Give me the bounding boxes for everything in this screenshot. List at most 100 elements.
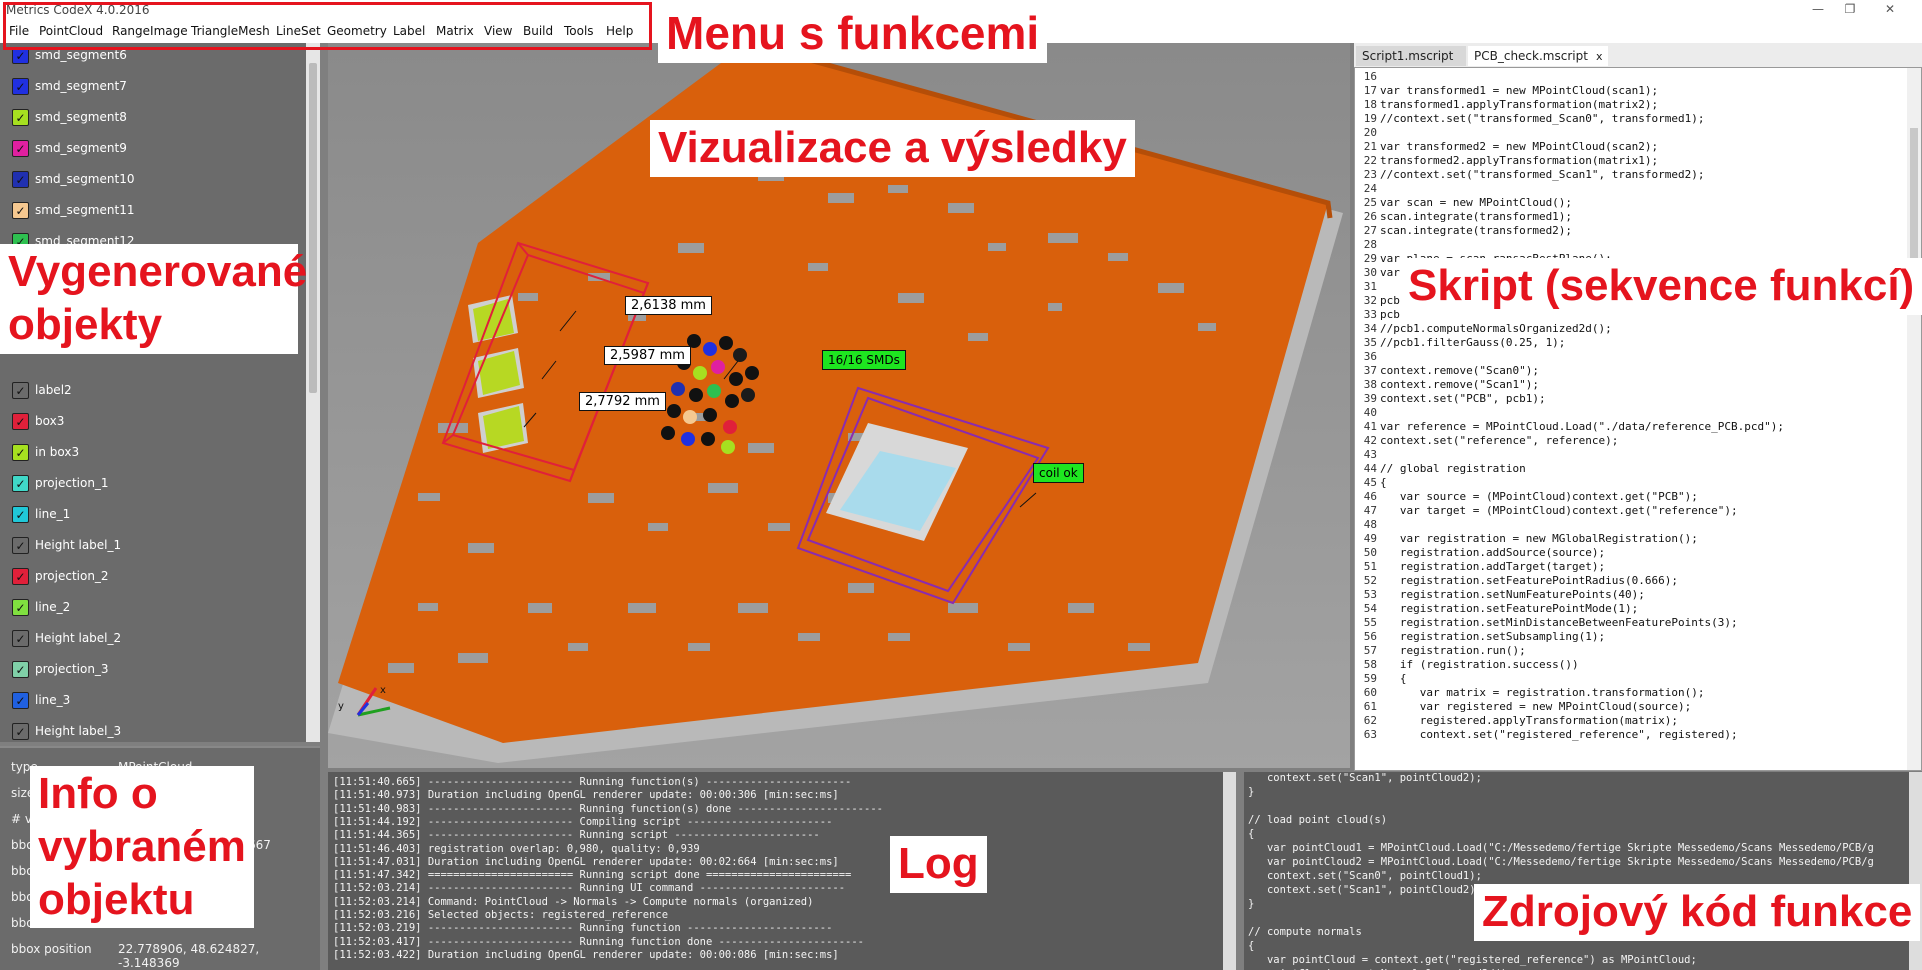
code-line: 58 if (registration.success()) — [1357, 658, 1579, 672]
log-scrollbar[interactable] — [1223, 772, 1236, 970]
object-list-item[interactable]: ✓ line_3 — [10, 688, 310, 714]
code-text: context.set("registered_reference", regi… — [1380, 728, 1738, 741]
visibility-checkbox[interactable]: ✓ — [12, 537, 29, 554]
code-line: 20 — [1357, 126, 1380, 140]
visibility-checkbox[interactable]: ✓ — [12, 413, 29, 430]
log-line: [11:51:40.665] ----------------------- R… — [333, 776, 852, 788]
visibility-checkbox[interactable]: ✓ — [12, 202, 29, 219]
visibility-checkbox[interactable]: ✓ — [12, 109, 29, 126]
source-line: { — [1248, 828, 1255, 840]
object-list-item[interactable]: ✓ smd_segment8 — [10, 105, 310, 131]
coil-status-label: coil ok — [1033, 463, 1084, 483]
code-line: 56 registration.setSubsampling(1); — [1357, 630, 1605, 644]
visibility-checkbox[interactable]: ✓ — [12, 630, 29, 647]
visibility-checkbox[interactable]: ✓ — [12, 171, 29, 188]
height-label-2: 2,5987 mm — [604, 346, 691, 365]
tab-close-icon[interactable]: x — [1596, 50, 1603, 63]
line-number: 54 — [1363, 602, 1377, 615]
code-text: context.remove("Scan0"); — [1380, 364, 1539, 377]
tab-script1[interactable]: Script1.mscript — [1356, 46, 1466, 66]
object-list: ✓ smd_segment6 ✓ smd_segment7 ✓ smd_segment8 ✓… — [0, 43, 320, 742]
code-line: 43 — [1357, 448, 1380, 462]
visibility-checkbox[interactable]: ✓ — [12, 140, 29, 157]
line-number: 32 — [1363, 294, 1377, 307]
code-line: 18 transformed1.applyTransformation(matri… — [1357, 98, 1658, 112]
object-label: projection_2 — [35, 569, 109, 583]
visibility-checkbox[interactable]: ✓ — [12, 599, 29, 616]
code-text: transformed2.applyTransformation(matrix1… — [1380, 154, 1659, 167]
annotation-info-line1: Info o — [38, 769, 158, 818]
code-line: 17 var transformed1 = new MPointCloud(sca… — [1357, 84, 1658, 98]
object-list-item[interactable]: ✓ smd_segment10 — [10, 167, 310, 193]
code-line: 42 context.set("reference", reference); — [1357, 434, 1619, 448]
code-text: registered.applyTransformation(matrix); — [1380, 714, 1679, 727]
annotation-info-line3: objektu — [38, 874, 195, 924]
code-line: 19//context.set("transformed_Scan0", tra… — [1357, 112, 1705, 126]
code-line: 25 var scan = new MPointCloud(); — [1357, 196, 1572, 210]
maximize-icon[interactable]: ❐ — [1840, 2, 1860, 16]
axis-label-x: x — [380, 685, 386, 696]
object-list-item[interactable]: ✓ Height label_3 — [10, 719, 310, 745]
log-line: [11:51:44.192] ----------------------- C… — [333, 815, 833, 828]
code-text: //pcb1.filterGauss(0.25, 1); — [1380, 336, 1566, 349]
code-line: 32 pcb — [1357, 294, 1400, 308]
object-list-item[interactable]: ✓ smd_segment9 — [10, 136, 310, 162]
line-number: 21 — [1363, 140, 1377, 153]
line-number: 20 — [1363, 126, 1377, 139]
visibility-checkbox[interactable]: ✓ — [12, 568, 29, 585]
log-line: [11:51:40.983] ----------------------- R… — [333, 802, 883, 815]
source-line: var pointCloud2 = MPointCloud.Load("C:/M… — [1248, 856, 1874, 868]
close-icon[interactable]: ✕ — [1880, 2, 1900, 16]
object-list-scrollbar[interactable] — [306, 43, 320, 742]
object-list-item[interactable]: ✓ line_1 — [10, 502, 310, 528]
object-list-item[interactable]: ✓ projection_2 — [10, 564, 310, 590]
object-list-item[interactable]: ✓ smd_segment7 — [10, 74, 310, 100]
code-line: 28 — [1357, 238, 1380, 252]
line-number: 55 — [1363, 616, 1377, 629]
object-list-item[interactable]: ✓ box3 — [10, 409, 310, 435]
visibility-checkbox[interactable]: ✓ — [12, 78, 29, 95]
editor-scrollbar[interactable] — [1907, 68, 1921, 770]
object-list-item[interactable]: ✓ projection_3 — [10, 657, 310, 683]
object-list-item[interactable]: ✓ projection_1 — [10, 471, 310, 497]
code-line: 50 registration.addSource(source); — [1357, 546, 1605, 560]
visibility-checkbox[interactable]: ✓ — [12, 661, 29, 678]
object-list-item[interactable]: ✓ line_2 — [10, 595, 310, 621]
visibility-checkbox[interactable]: ✓ — [12, 723, 29, 740]
visibility-checkbox[interactable]: ✓ — [12, 382, 29, 399]
code-line: 35//pcb1.filterGauss(0.25, 1); — [1357, 336, 1566, 350]
visibility-checkbox[interactable]: ✓ — [12, 444, 29, 461]
visibility-checkbox[interactable]: ✓ — [12, 692, 29, 709]
object-list-item[interactable]: ✓ Height label_1 — [10, 533, 310, 559]
tab-pcb-check[interactable]: PCB_check.mscript x — [1468, 46, 1608, 66]
code-line: 40 — [1357, 406, 1380, 420]
smd-count-label: 16/16 SMDs — [822, 350, 906, 370]
object-list-item[interactable]: ✓ in box3 — [10, 440, 310, 466]
line-number: 61 — [1363, 700, 1377, 713]
visibility-checkbox[interactable]: ✓ — [12, 506, 29, 523]
code-line: 34//pcb1.computeNormalsOrganized2d(); — [1357, 322, 1612, 336]
code-line: 62 registered.applyTransformation(matrix… — [1357, 714, 1678, 728]
visibility-checkbox[interactable]: ✓ — [12, 475, 29, 492]
minimize-icon[interactable]: — — [1808, 2, 1828, 16]
source-line: context.set("Scan1", pointCloud2); — [1248, 772, 1482, 784]
code-line: 63 context.set("registered_reference", r… — [1357, 728, 1738, 742]
line-number: 50 — [1363, 546, 1377, 559]
line-number: 42 — [1363, 434, 1377, 447]
code-editor[interactable]: 16 17 var transformed1 = new MPointCloud(s… — [1354, 67, 1922, 771]
object-list-item[interactable]: ✓ Height label_2 — [10, 626, 310, 652]
code-line: 39 context.set("PCB", pcb1); — [1357, 392, 1546, 406]
log-line: [11:51:47.031] Duration including OpenGL… — [333, 855, 839, 868]
source-line: // load point cloud(s) — [1248, 814, 1388, 826]
code-line: 46 var source = (MPointCloud)context.get… — [1357, 490, 1698, 504]
object-list-item[interactable]: ✓ smd_segment11 — [10, 198, 310, 224]
annotation-info: Info o vybraném objektu — [30, 766, 254, 929]
line-number: 27 — [1363, 224, 1377, 237]
line-number: 28 — [1363, 238, 1377, 251]
object-list-item[interactable]: ✓ label2 — [10, 378, 310, 404]
line-number: 51 — [1363, 560, 1377, 573]
annotation-objects-line1: Vygenerované — [8, 247, 308, 296]
code-text: var reference = MPointCloud.Load("./data… — [1380, 420, 1784, 433]
object-list-scroll-thumb[interactable] — [309, 63, 317, 393]
app-window: Metrics CodeX 4.0.2016 — ❐ ✕ File PointC… — [0, 0, 1922, 970]
